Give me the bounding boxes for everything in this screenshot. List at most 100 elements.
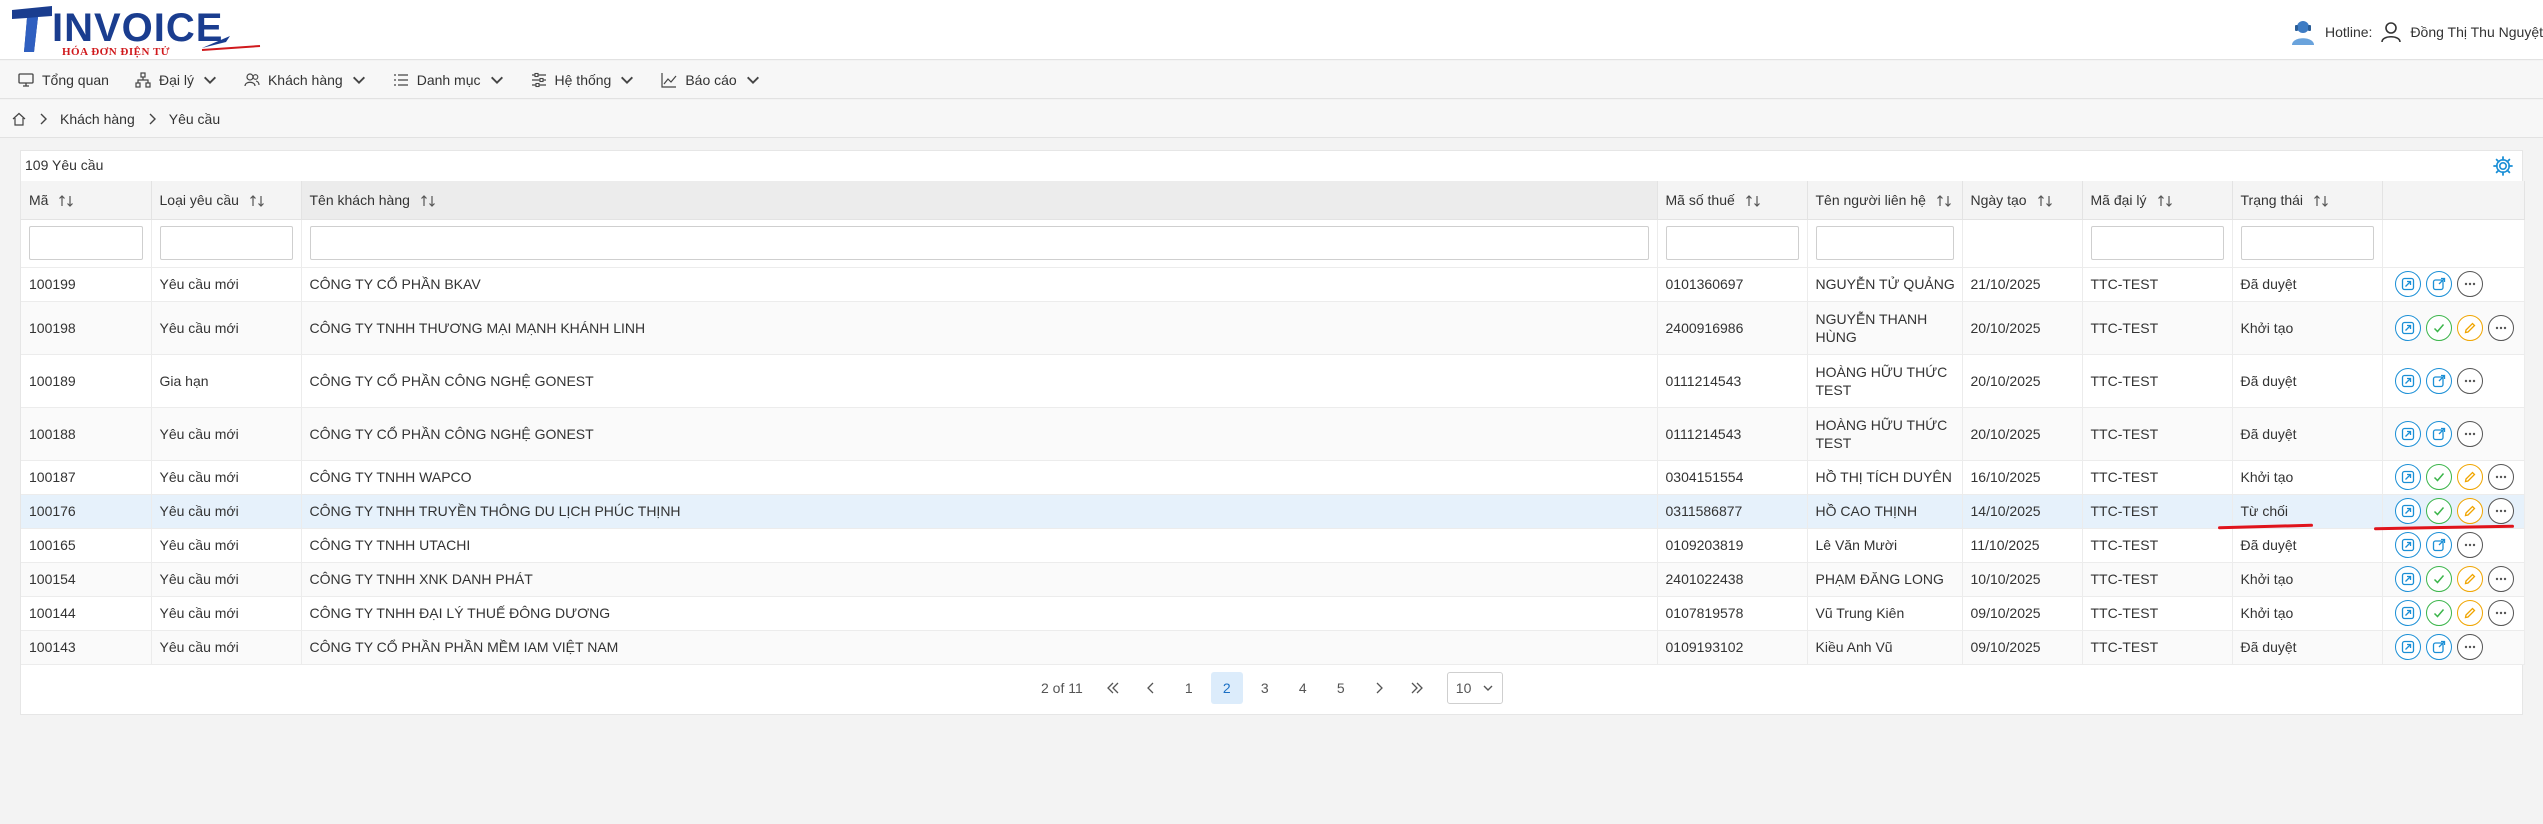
page-button-3[interactable]: 3 bbox=[1249, 672, 1281, 704]
column-header-ma[interactable]: Mã bbox=[21, 181, 152, 220]
filter-input-ten-khach-hang[interactable] bbox=[309, 226, 1649, 260]
open-button[interactable] bbox=[2425, 532, 2452, 558]
approve-button[interactable] bbox=[2425, 566, 2452, 592]
table-row[interactable]: 100154 Yêu cầu mới CÔNG TY TNHH XNK DANH P… bbox=[21, 562, 2525, 597]
filter-input-ma-so-thue[interactable] bbox=[1665, 226, 1799, 260]
nav-item-dai-ly[interactable]: Đại lý bbox=[135, 72, 218, 88]
view-button[interactable] bbox=[2394, 420, 2421, 447]
table-row[interactable]: 100189 Gia hạn CÔNG TY CỔ PHẦN CÔNG NGHỆ G… bbox=[21, 354, 2525, 408]
more-horizontal-icon bbox=[2495, 475, 2506, 479]
approve-button[interactable] bbox=[2425, 314, 2452, 341]
column-header-ma-so-thue[interactable]: Mã số thuế bbox=[1657, 181, 1808, 220]
view-button[interactable] bbox=[2394, 532, 2421, 558]
cell-lienhe: Lê Văn Mười bbox=[1807, 528, 1963, 563]
view-button[interactable] bbox=[2394, 566, 2421, 592]
approve-button[interactable] bbox=[2425, 498, 2452, 524]
edit-button[interactable] bbox=[2456, 566, 2483, 592]
nav-label: Đại lý bbox=[158, 71, 194, 88]
gear-icon[interactable] bbox=[2492, 155, 2514, 177]
table-row[interactable]: 100143 Yêu cầu mới CÔNG TY CỔ PHẦN PHẦN MỀ… bbox=[21, 630, 2525, 665]
more-button[interactable] bbox=[2487, 566, 2514, 592]
cell-ma: 100154 bbox=[21, 562, 152, 597]
column-header-loai-yeu-cau[interactable]: Loại yêu cầu bbox=[151, 181, 302, 220]
view-button[interactable] bbox=[2394, 464, 2421, 490]
view-button[interactable] bbox=[2394, 367, 2421, 394]
view-detail-icon bbox=[2401, 374, 2414, 387]
more-button[interactable] bbox=[2456, 634, 2483, 660]
more-button[interactable] bbox=[2487, 600, 2514, 626]
cell-mst: 0109203819 bbox=[1657, 528, 1808, 563]
open-button[interactable] bbox=[2425, 634, 2452, 660]
more-button[interactable] bbox=[2456, 532, 2483, 558]
cell-lienhe: PHẠM ĐĂNG LONG bbox=[1807, 562, 1963, 597]
table-row[interactable]: 100144 Yêu cầu mới CÔNG TY TNHH ĐẠI LÝ THU… bbox=[21, 596, 2525, 631]
view-button[interactable] bbox=[2394, 634, 2421, 660]
user-name[interactable]: Đồng Thị Thu Nguyệt bbox=[2410, 24, 2543, 40]
view-button[interactable] bbox=[2394, 498, 2421, 524]
column-header-ten-khach-hang[interactable]: Tên khách hàng bbox=[301, 181, 1658, 220]
nav-item-he-thong[interactable]: Hệ thống bbox=[531, 72, 636, 88]
more-button[interactable] bbox=[2456, 367, 2483, 394]
page-button-1[interactable]: 1 bbox=[1173, 672, 1205, 704]
nav-item-danh-muc[interactable]: Danh mục bbox=[393, 72, 505, 88]
prev-page-button[interactable] bbox=[1135, 672, 1167, 704]
cell-lienhe: Vũ Trung Kiên bbox=[1807, 596, 1963, 631]
next-page-button[interactable] bbox=[1363, 672, 1395, 704]
more-button[interactable] bbox=[2487, 314, 2514, 341]
nav-item-tong-quan[interactable]: Tổng quan bbox=[18, 72, 109, 88]
support-agent-icon[interactable] bbox=[2289, 18, 2317, 46]
approve-button[interactable] bbox=[2425, 600, 2452, 626]
open-button[interactable] bbox=[2425, 271, 2452, 297]
view-button[interactable] bbox=[2394, 271, 2421, 297]
filter-input-ten-nguoi-lien-he[interactable] bbox=[1815, 226, 1954, 260]
more-button[interactable] bbox=[2487, 464, 2514, 490]
edit-button[interactable] bbox=[2456, 498, 2483, 524]
last-page-button[interactable] bbox=[1401, 672, 1433, 704]
open-button[interactable] bbox=[2425, 367, 2452, 394]
cell-daily: TTC-TEST bbox=[2082, 528, 2233, 563]
more-button[interactable] bbox=[2456, 420, 2483, 447]
page-button-5[interactable]: 5 bbox=[1325, 672, 1357, 704]
approve-button[interactable] bbox=[2425, 464, 2452, 490]
view-button[interactable] bbox=[2394, 314, 2421, 341]
user-icon[interactable] bbox=[2380, 21, 2402, 43]
table-row[interactable]: 100165 Yêu cầu mới CÔNG TY TNHH UTACHI 0109… bbox=[21, 528, 2525, 563]
page-button-2[interactable]: 2 bbox=[1210, 672, 1243, 704]
filter-input-loai-yeu-cau[interactable] bbox=[159, 226, 293, 260]
nav-item-bao-cao[interactable]: Báo cáo bbox=[661, 72, 760, 88]
filter-input-ma[interactable] bbox=[29, 226, 143, 260]
brand-logo[interactable]: INVOICE HÓA ĐƠN ĐIỆN TỬ bbox=[12, 6, 272, 58]
table-row[interactable]: 100199 Yêu cầu mới CÔNG TY CỔ PHẦN BKAV 010… bbox=[21, 267, 2525, 302]
cell-ten: CÔNG TY TNHH TRUYỀN THÔNG DU LỊCH PHÚC T… bbox=[301, 494, 1658, 529]
double-chevron-left-icon bbox=[1106, 682, 1119, 694]
edit-button[interactable] bbox=[2456, 464, 2483, 490]
column-header-ma-dai-ly[interactable]: Mã đại lý bbox=[2082, 181, 2233, 220]
breadcrumb-item-khach-hang[interactable]: Khách hàng bbox=[60, 111, 135, 127]
page-button-4[interactable]: 4 bbox=[1287, 672, 1319, 704]
column-header-trang-thai[interactable]: Trạng thái bbox=[2232, 181, 2383, 220]
column-header-ten-nguoi-lien-he[interactable]: Tên người liên hệ bbox=[1807, 181, 1963, 220]
edit-button[interactable] bbox=[2456, 600, 2483, 626]
table-row[interactable]: 100198 Yêu cầu mới CÔNG TY TNHH THƯƠNG MẠI… bbox=[21, 301, 2525, 355]
view-button[interactable] bbox=[2394, 600, 2421, 626]
home-icon[interactable] bbox=[12, 112, 26, 126]
filter-input-trang-thai[interactable] bbox=[2240, 226, 2374, 260]
more-button[interactable] bbox=[2487, 498, 2514, 524]
page-size-select[interactable]: 10 bbox=[1446, 672, 1503, 704]
cell-trangthai: Đã duyệt bbox=[2232, 267, 2383, 302]
filter-input-ma-dai-ly[interactable] bbox=[2090, 226, 2224, 260]
cell-daily: TTC-TEST bbox=[2082, 630, 2233, 665]
more-button[interactable] bbox=[2456, 271, 2483, 297]
nav-item-khach-hang[interactable]: Khách hàng bbox=[244, 72, 367, 88]
open-button[interactable] bbox=[2425, 420, 2452, 447]
sort-icon bbox=[2314, 195, 2328, 207]
cell-loai: Yêu cầu mới bbox=[151, 630, 302, 665]
filter-row bbox=[21, 219, 2525, 268]
brand-tagline: HÓA ĐƠN ĐIỆN TỬ bbox=[62, 46, 171, 58]
edit-button[interactable] bbox=[2456, 314, 2483, 341]
table-row[interactable]: 100187 Yêu cầu mới CÔNG TY TNHH WAPCO 03041… bbox=[21, 460, 2525, 495]
first-page-button[interactable] bbox=[1097, 672, 1129, 704]
table-row[interactable]: 100188 Yêu cầu mới CÔNG TY CỔ PHẦN CÔNG NG… bbox=[21, 407, 2525, 461]
column-header-ngay-tao[interactable]: Ngày tạo bbox=[1962, 181, 2083, 220]
table-row[interactable]: 100176 Yêu cầu mới CÔNG TY TNHH TRUYỀN THÔ… bbox=[21, 494, 2525, 529]
